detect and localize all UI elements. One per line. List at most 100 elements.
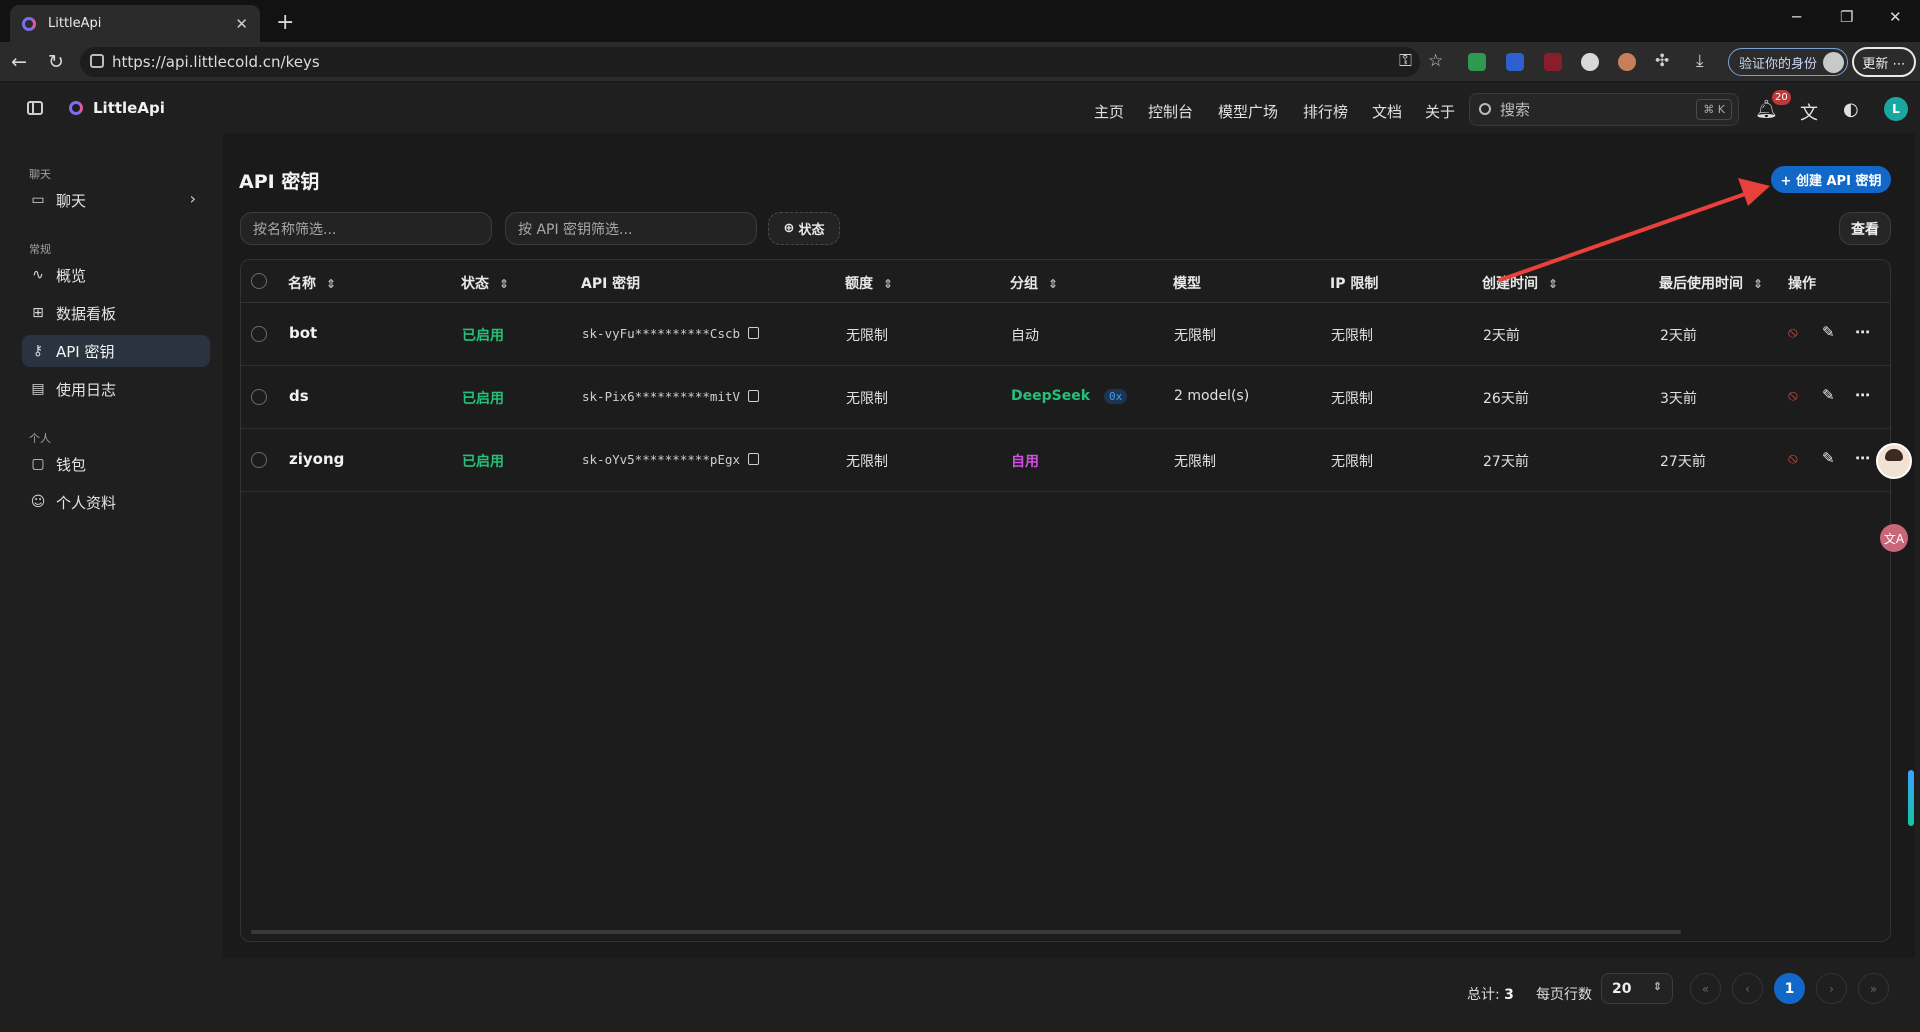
last-used-value: 2天前 bbox=[1660, 328, 1697, 344]
nav-docs[interactable]: 文档 bbox=[1372, 101, 1402, 122]
first-page-icon[interactable]: « bbox=[1690, 973, 1721, 1004]
floating-translate-icon[interactable]: 文A bbox=[1880, 524, 1908, 552]
minimize-icon[interactable]: ─ bbox=[1792, 8, 1801, 26]
page-size-label: 每页行数 bbox=[1536, 987, 1592, 1003]
col-created[interactable]: 创建时间 ⇕ bbox=[1482, 273, 1558, 293]
disable-icon[interactable]: ⦸ bbox=[1788, 386, 1798, 404]
disable-icon[interactable]: ⦸ bbox=[1788, 449, 1798, 467]
page-size-select[interactable]: 20 ⇕ bbox=[1601, 973, 1673, 1004]
nav-leaderboard[interactable]: 排行榜 bbox=[1303, 101, 1348, 122]
next-page-icon[interactable]: › bbox=[1816, 973, 1847, 1004]
api-key-value: sk-oYv5**********pEgx bbox=[582, 452, 760, 467]
table-horizontal-scrollbar[interactable] bbox=[251, 930, 1681, 934]
col-actions: 操作 bbox=[1788, 276, 1816, 292]
edit-icon[interactable]: ✎ bbox=[1822, 323, 1835, 341]
browser-update-button[interactable]: 更新 ⋯ bbox=[1852, 47, 1916, 77]
more-icon[interactable]: ⋯ bbox=[1855, 386, 1870, 404]
extension-translate-icon[interactable] bbox=[1506, 53, 1524, 71]
last-page-icon[interactable]: » bbox=[1858, 973, 1889, 1004]
restore-icon[interactable]: ❐ bbox=[1840, 8, 1853, 26]
sidebar-item-overview[interactable]: ∿ 概览 bbox=[22, 259, 210, 291]
extension-shield-icon[interactable] bbox=[1468, 53, 1486, 71]
key-name: bot bbox=[289, 324, 318, 342]
status-filter-label: 状态 bbox=[798, 223, 825, 238]
more-icon[interactable]: ⋯ bbox=[1855, 449, 1870, 467]
view-button[interactable]: 查看 bbox=[1839, 212, 1891, 245]
sort-icon: ⇕ bbox=[499, 277, 510, 291]
sidebar-item-profile[interactable]: ☺ 个人资料 bbox=[22, 486, 210, 518]
row-checkbox[interactable] bbox=[251, 326, 267, 342]
col-quota[interactable]: 额度 ⇕ bbox=[845, 273, 893, 293]
reload-icon[interactable]: ↻ bbox=[48, 51, 64, 73]
key-name: ds bbox=[289, 387, 309, 405]
extensions-puzzle-icon[interactable]: ✣ bbox=[1655, 51, 1669, 71]
extension-red-icon[interactable] bbox=[1544, 53, 1562, 71]
close-tab-icon[interactable]: ✕ bbox=[235, 15, 248, 33]
table-row: ziyong 已启用 sk-oYv5**********pEgx 无限制 自用 … bbox=[241, 429, 1890, 492]
theme-palette-icon[interactable]: ◐ bbox=[1843, 99, 1859, 120]
key-filter-input[interactable]: 按 API 密钥筛选... bbox=[505, 212, 757, 245]
site-info-icon[interactable] bbox=[90, 54, 104, 68]
name-filter-input[interactable]: 按名称筛选... bbox=[240, 212, 492, 245]
nav-console[interactable]: 控制台 bbox=[1148, 101, 1193, 122]
status-badge: 已启用 bbox=[462, 328, 504, 344]
sidebar-item-label: API 密钥 bbox=[56, 342, 115, 361]
back-icon[interactable]: ← bbox=[11, 51, 27, 73]
prev-page-icon[interactable]: ‹ bbox=[1732, 973, 1763, 1004]
page-scroll-indicator[interactable] bbox=[1908, 770, 1914, 826]
search-input[interactable]: 搜索 ⌘ K bbox=[1469, 93, 1739, 126]
window-close-icon[interactable]: ✕ bbox=[1889, 8, 1902, 26]
more-icon[interactable]: ⋯ bbox=[1855, 323, 1870, 341]
sidebar-item-label: 数据看板 bbox=[56, 304, 117, 323]
nav-home[interactable]: 主页 bbox=[1094, 101, 1124, 122]
col-status[interactable]: 状态 ⇕ bbox=[461, 273, 509, 293]
wallet-icon: ▢ bbox=[31, 456, 45, 472]
copy-icon[interactable] bbox=[748, 390, 760, 402]
profile-avatar bbox=[1823, 52, 1844, 73]
brand-name[interactable]: LittleApi bbox=[93, 99, 165, 117]
sort-icon: ⇕ bbox=[1048, 277, 1059, 291]
group-value: 自用 bbox=[1011, 454, 1039, 470]
user-avatar[interactable]: L bbox=[1884, 97, 1908, 121]
sort-icon: ⇕ bbox=[883, 277, 894, 291]
sidebar-item-dashboard[interactable]: ⊞ 数据看板 bbox=[22, 297, 210, 329]
col-last-used[interactable]: 最后使用时间 ⇕ bbox=[1659, 273, 1763, 293]
nav-model-square[interactable]: 模型广场 bbox=[1218, 101, 1278, 122]
url-field[interactable]: https://api.littlecold.cn/keys bbox=[80, 47, 1420, 77]
search-shortcut: ⌘ K bbox=[1696, 99, 1732, 120]
favorite-star-icon[interactable]: ☆ bbox=[1428, 51, 1443, 71]
select-all-checkbox[interactable] bbox=[251, 273, 267, 289]
password-key-icon[interactable]: ⚿ bbox=[1399, 51, 1412, 71]
api-keys-table: 名称 ⇕ 状态 ⇕ API 密钥 额度 ⇕ 分组 ⇕ 模型 IP 限制 创建时间 ⇕ 最后… bbox=[240, 259, 1891, 942]
group-value: 自动 bbox=[1011, 328, 1039, 344]
extension-circle-icon[interactable] bbox=[1581, 53, 1599, 71]
sort-icon: ⇕ bbox=[1753, 277, 1764, 291]
sidebar-item-usage-logs[interactable]: ▤ 使用日志 bbox=[22, 373, 210, 405]
sidebar-item-label: 概览 bbox=[56, 266, 87, 285]
edit-icon[interactable]: ✎ bbox=[1822, 449, 1835, 467]
sidebar-item-chat[interactable]: ▭ 聊天 › bbox=[22, 184, 210, 216]
row-checkbox[interactable] bbox=[251, 452, 267, 468]
status-filter-button[interactable]: ⊕ 状态 bbox=[768, 212, 840, 245]
copy-icon[interactable] bbox=[748, 453, 760, 465]
disable-icon[interactable]: ⦸ bbox=[1788, 323, 1798, 341]
language-icon[interactable]: 文 bbox=[1800, 99, 1818, 125]
sidebar-toggle-icon[interactable] bbox=[27, 101, 43, 115]
row-checkbox[interactable] bbox=[251, 389, 267, 405]
floating-assistant-avatar[interactable] bbox=[1876, 443, 1912, 479]
col-name[interactable]: 名称 ⇕ bbox=[288, 273, 336, 293]
sidebar-item-api-keys[interactable]: ⚷ API 密钥 bbox=[22, 335, 210, 367]
edit-icon[interactable]: ✎ bbox=[1822, 386, 1835, 404]
sidebar-item-wallet[interactable]: ▢ 钱包 bbox=[22, 448, 210, 480]
copy-icon[interactable] bbox=[748, 327, 760, 339]
page-current[interactable]: 1 bbox=[1774, 973, 1805, 1004]
browser-tab[interactable]: LittleApi ✕ bbox=[10, 5, 260, 42]
downloads-icon[interactable]: ⤓ bbox=[1696, 51, 1704, 71]
sidebar-item-label: 个人资料 bbox=[56, 493, 117, 512]
verify-identity-button[interactable]: 验证你的身份 bbox=[1728, 48, 1848, 76]
extension-avatar-icon[interactable] bbox=[1618, 53, 1636, 71]
nav-about[interactable]: 关于 bbox=[1425, 101, 1455, 122]
create-api-key-button[interactable]: + 创建 API 密钥 bbox=[1771, 166, 1891, 193]
new-tab-icon[interactable]: + bbox=[276, 10, 294, 35]
col-group[interactable]: 分组 ⇕ bbox=[1010, 273, 1058, 293]
